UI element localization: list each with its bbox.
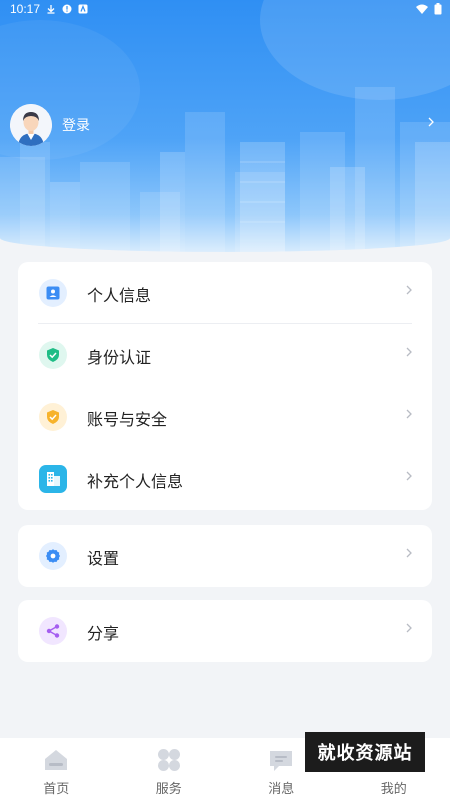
shield-check-icon bbox=[39, 341, 67, 369]
menu-item-account-security[interactable]: 账号与安全 bbox=[18, 386, 432, 448]
status-time: 10:17 bbox=[10, 2, 41, 16]
login-label[interactable]: 登录 bbox=[62, 115, 90, 135]
chevron-right-icon bbox=[406, 471, 412, 481]
shield-lock-icon bbox=[39, 403, 67, 431]
settings-menu-card: 设置 bbox=[18, 525, 432, 587]
menu-item-label: 身份认证 bbox=[87, 348, 152, 367]
menu-item-label: 补充个人信息 bbox=[87, 472, 184, 491]
menu-item-supplement-info[interactable]: 补充个人信息 bbox=[18, 448, 432, 510]
menu-item-identity-verification[interactable]: 身份认证 bbox=[18, 324, 432, 386]
nav-label: 首页 bbox=[43, 782, 70, 797]
menu-item-settings[interactable]: 设置 bbox=[18, 525, 432, 587]
nav-item-services[interactable]: 服务 bbox=[113, 738, 226, 799]
home-icon bbox=[45, 750, 68, 770]
chevron-right-icon bbox=[406, 285, 412, 295]
chevron-right-icon bbox=[406, 347, 412, 357]
wifi-icon bbox=[416, 4, 428, 14]
share-menu-card: 分享 bbox=[18, 600, 432, 662]
battery-icon bbox=[434, 3, 442, 15]
login-profile-row[interactable]: 登录 bbox=[10, 103, 440, 147]
avatar[interactable] bbox=[10, 104, 52, 146]
nav-label: 服务 bbox=[155, 782, 182, 797]
gear-icon bbox=[39, 542, 67, 570]
chevron-right-icon bbox=[406, 409, 412, 419]
id-card-icon bbox=[39, 279, 67, 307]
chevron-right-icon bbox=[406, 623, 412, 633]
menu-item-label: 账号与安全 bbox=[87, 410, 168, 429]
chevron-right-icon bbox=[406, 548, 412, 558]
chevron-right-icon[interactable] bbox=[426, 115, 436, 129]
watermark-label: 就收资源站 bbox=[305, 732, 425, 772]
menu-item-personal-info[interactable]: 个人信息 bbox=[18, 262, 432, 324]
nav-label: 我的 bbox=[380, 782, 407, 797]
app-notification-icon bbox=[78, 4, 88, 14]
grid-icon bbox=[157, 749, 180, 771]
message-icon bbox=[270, 751, 293, 771]
menu-item-label: 个人信息 bbox=[87, 286, 152, 305]
building-icon bbox=[39, 465, 67, 493]
menu-item-share[interactable]: 分享 bbox=[18, 600, 432, 662]
status-bar: 10:17 bbox=[0, 0, 450, 18]
alert-icon bbox=[62, 4, 72, 14]
share-icon bbox=[39, 617, 67, 645]
profile-header: 10:17 登录 bbox=[0, 0, 450, 252]
download-icon bbox=[47, 5, 55, 14]
account-menu-card: 个人信息 身份认证 账号与安全 补充个人信息 bbox=[18, 262, 432, 510]
default-user-avatar-icon bbox=[10, 104, 52, 146]
menu-item-label: 分享 bbox=[87, 624, 120, 643]
nav-item-home[interactable]: 首页 bbox=[0, 738, 113, 799]
nav-label: 消息 bbox=[268, 782, 295, 797]
menu-item-label: 设置 bbox=[87, 549, 120, 568]
